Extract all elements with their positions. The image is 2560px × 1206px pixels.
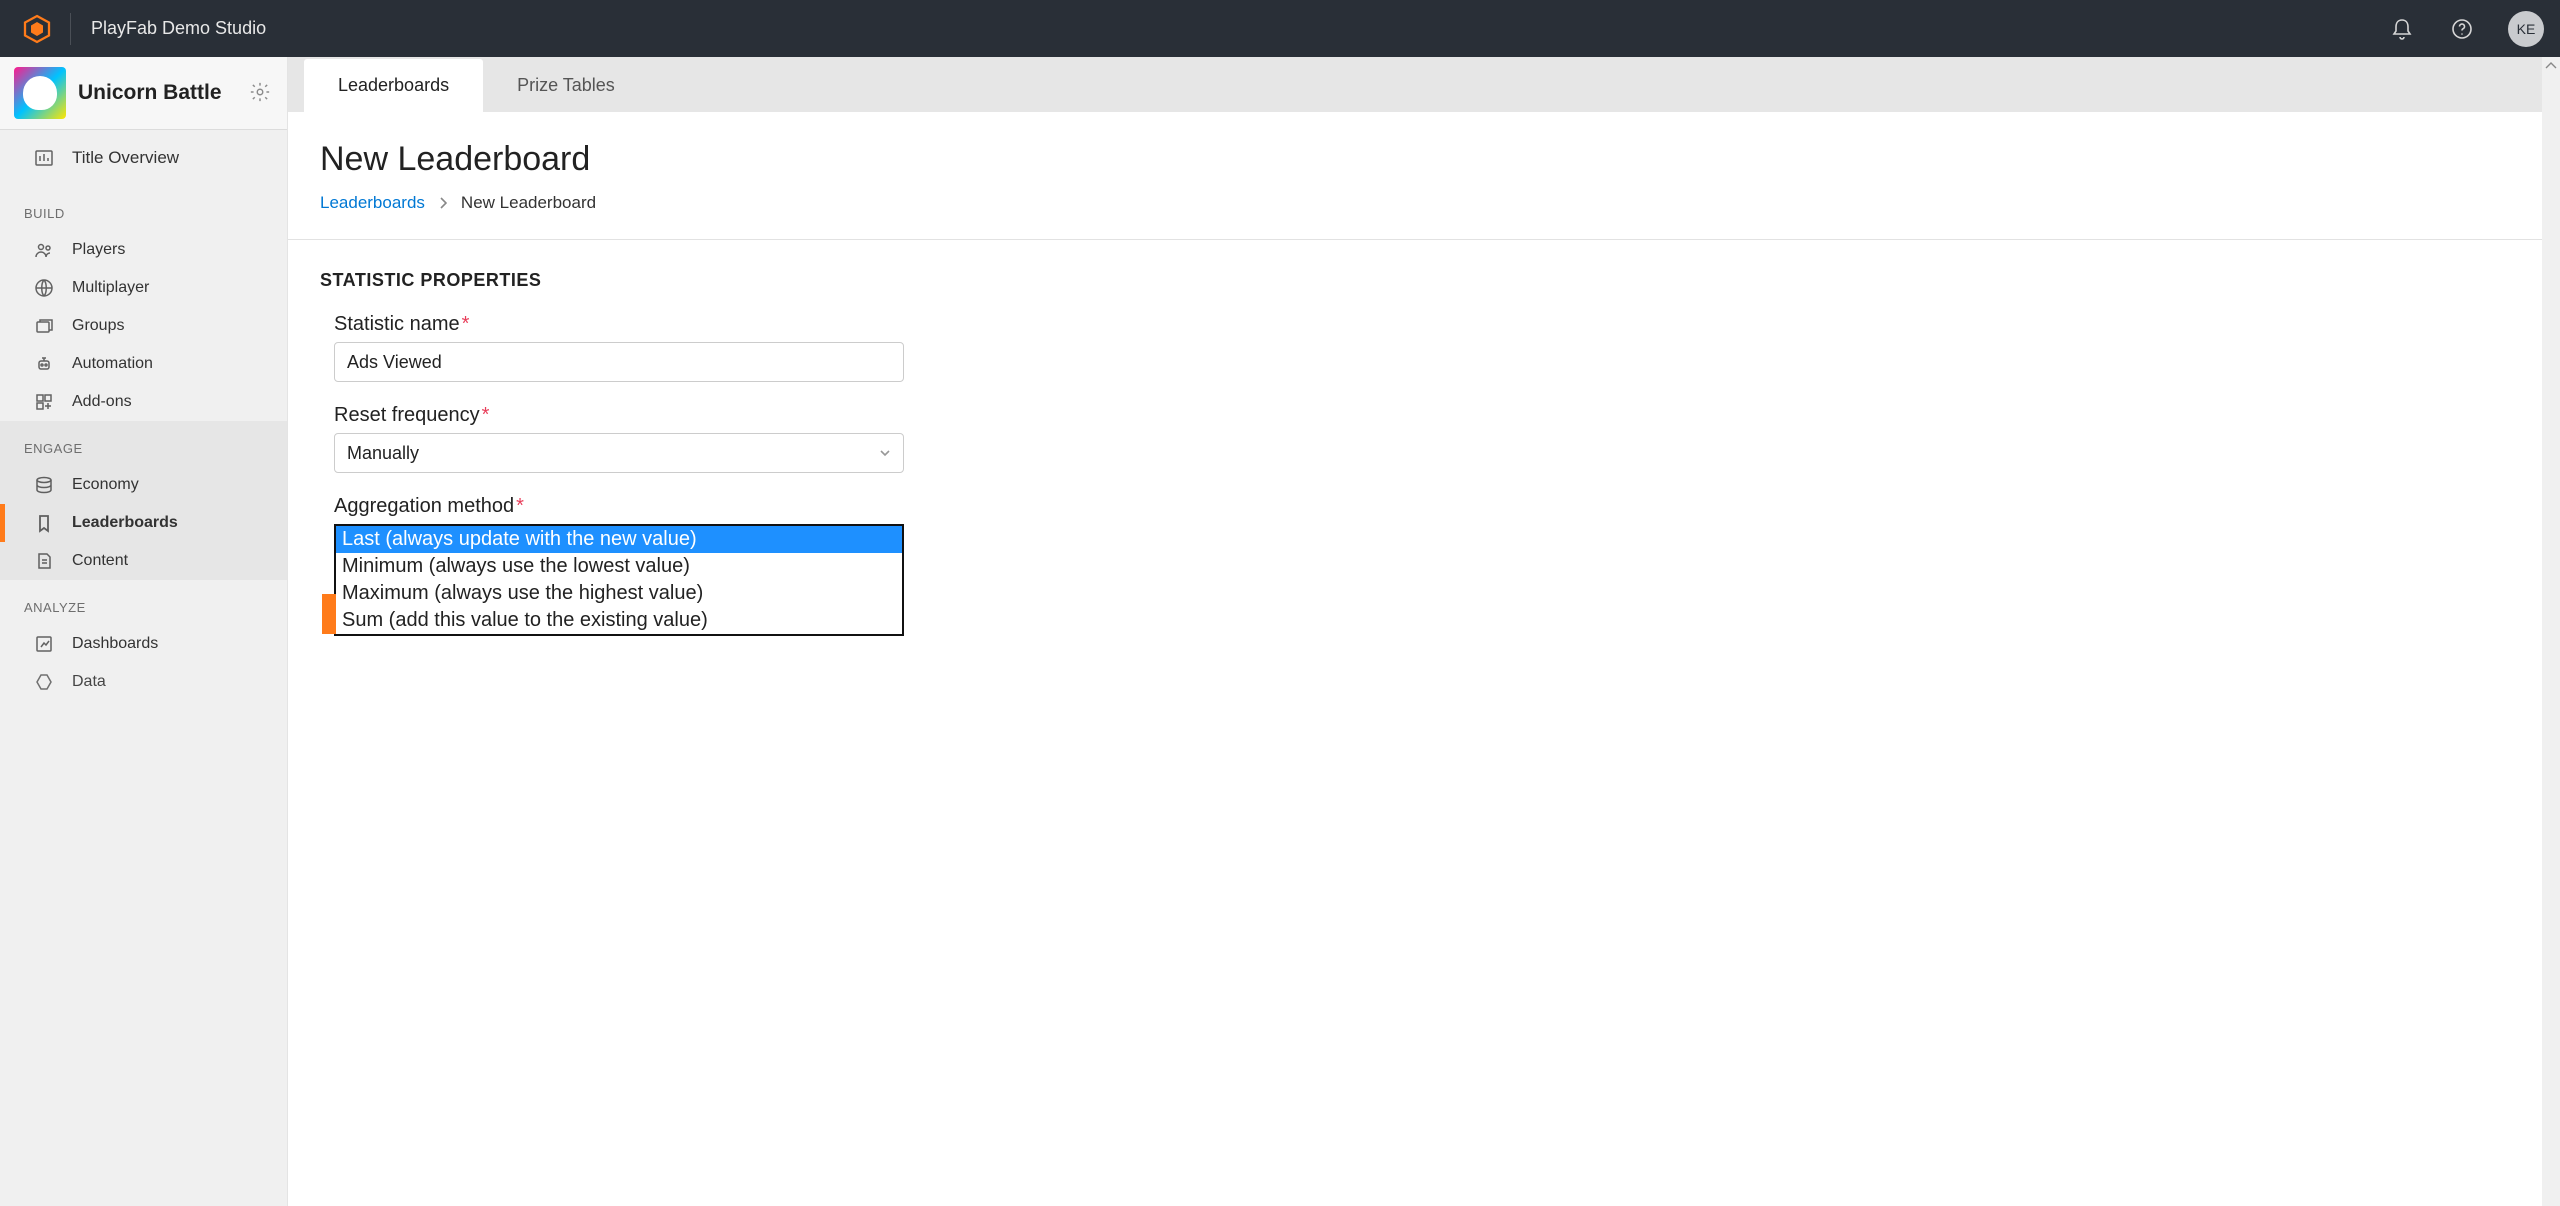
statistic-name-input[interactable] xyxy=(334,342,904,382)
sidebar: Unicorn Battle Title Overview BUILD Play… xyxy=(0,57,288,1206)
chevron-right-icon xyxy=(439,197,447,209)
breadcrumb: Leaderboards New Leaderboard xyxy=(320,193,2510,239)
game-header: Unicorn Battle xyxy=(0,57,287,130)
sidebar-item-label: Dashboards xyxy=(72,635,158,653)
reset-frequency-select[interactable]: Manually xyxy=(334,433,904,473)
breadcrumb-current: New Leaderboard xyxy=(461,193,596,213)
sidebar-item-label: Economy xyxy=(72,476,139,494)
sidebar-item-multiplayer[interactable]: Multiplayer xyxy=(0,269,287,307)
sidebar-item-leaderboards[interactable]: Leaderboards xyxy=(0,504,287,542)
scrollbar[interactable] xyxy=(2542,57,2560,1206)
sidebar-item-label: Players xyxy=(72,241,125,259)
main-content: Leaderboards Prize Tables New Leaderboar… xyxy=(288,57,2542,1206)
chart-icon xyxy=(34,148,54,168)
economy-icon xyxy=(34,475,54,495)
globe-icon xyxy=(34,278,54,298)
notifications-icon[interactable] xyxy=(2382,9,2422,49)
groups-icon xyxy=(34,316,54,336)
help-icon[interactable] xyxy=(2442,9,2482,49)
sidebar-item-label: Title Overview xyxy=(72,148,179,168)
sidebar-item-label: Multiplayer xyxy=(72,279,149,297)
sidebar-section-build: BUILD xyxy=(0,186,287,231)
content-divider xyxy=(288,239,2542,240)
sidebar-item-data[interactable]: Data xyxy=(0,663,287,701)
sidebar-item-label: Content xyxy=(72,552,128,570)
aggregation-method-dropdown[interactable]: Last (always update with the new value) … xyxy=(334,524,904,636)
addons-icon xyxy=(34,392,54,412)
sidebar-item-dashboards[interactable]: Dashboards xyxy=(0,625,287,663)
playfab-logo-icon[interactable] xyxy=(22,14,52,44)
tabs: Leaderboards Prize Tables xyxy=(288,57,2542,112)
sidebar-item-label: Groups xyxy=(72,317,124,335)
tab-leaderboards[interactable]: Leaderboards xyxy=(304,59,483,112)
save-button-peek xyxy=(322,594,336,634)
data-icon xyxy=(34,672,54,692)
sidebar-section-engage: ENGAGE xyxy=(0,421,287,466)
tab-prize-tables[interactable]: Prize Tables xyxy=(483,59,649,112)
statistic-name-label: Statistic name* xyxy=(334,313,904,336)
breadcrumb-root-link[interactable]: Leaderboards xyxy=(320,193,425,213)
sidebar-item-economy[interactable]: Economy xyxy=(0,466,287,504)
sidebar-item-label: Data xyxy=(72,673,106,691)
user-avatar[interactable]: KE xyxy=(2508,11,2544,47)
reset-frequency-label: Reset frequency* xyxy=(334,404,904,427)
sidebar-item-label: Leaderboards xyxy=(72,514,178,532)
aggregation-option-minimum[interactable]: Minimum (always use the lowest value) xyxy=(336,553,902,580)
sidebar-item-label: Add-ons xyxy=(72,393,132,411)
top-bar: PlayFab Demo Studio KE xyxy=(0,0,2560,57)
aggregation-option-sum[interactable]: Sum (add this value to the existing valu… xyxy=(336,607,902,634)
sidebar-item-addons[interactable]: Add-ons xyxy=(0,383,287,421)
sidebar-item-content[interactable]: Content xyxy=(0,542,287,580)
topbar-divider xyxy=(70,13,71,45)
sidebar-item-label: Automation xyxy=(72,355,153,373)
content-icon xyxy=(34,551,54,571)
aggregation-method-label: Aggregation method* xyxy=(334,495,904,518)
sidebar-item-groups[interactable]: Groups xyxy=(0,307,287,345)
game-title: Unicorn Battle xyxy=(78,81,249,105)
players-icon xyxy=(34,240,54,260)
automation-icon xyxy=(34,354,54,374)
sidebar-section-analyze: ANALYZE xyxy=(0,580,287,625)
gear-icon[interactable] xyxy=(249,81,273,105)
aggregation-option-last[interactable]: Last (always update with the new value) xyxy=(336,526,902,553)
sidebar-item-title-overview[interactable]: Title Overview xyxy=(0,130,287,186)
game-icon[interactable] xyxy=(14,67,66,119)
page-title: New Leaderboard xyxy=(320,140,2510,179)
bookmark-icon xyxy=(34,513,54,533)
sidebar-item-players[interactable]: Players xyxy=(0,231,287,269)
section-heading: STATISTIC PROPERTIES xyxy=(320,270,2510,291)
sidebar-item-automation[interactable]: Automation xyxy=(0,345,287,383)
dashboards-icon xyxy=(34,634,54,654)
studio-name[interactable]: PlayFab Demo Studio xyxy=(91,18,266,39)
aggregation-option-maximum[interactable]: Maximum (always use the highest value) xyxy=(336,580,902,607)
